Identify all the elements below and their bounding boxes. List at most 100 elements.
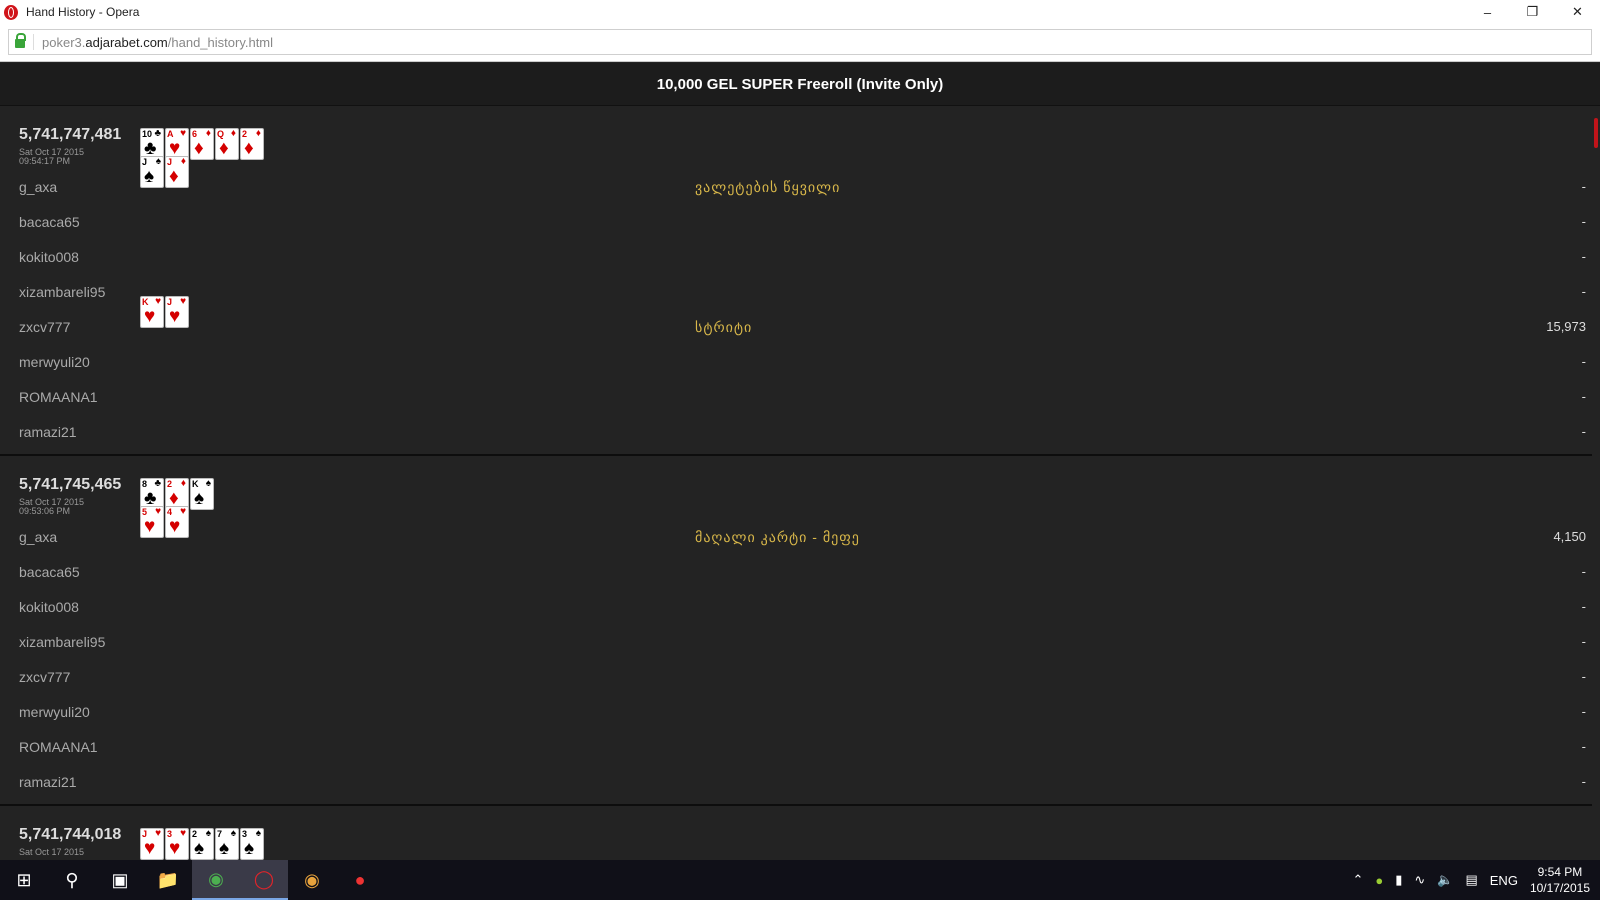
playing-card: 5 ♥ ♥ <box>140 506 164 538</box>
battery-icon[interactable]: ▮ <box>1395 872 1402 888</box>
card-suit-icon: ♥ <box>144 306 156 327</box>
card-suit-icon: ♦ <box>194 138 204 159</box>
playing-card: 2 ♠ ♠ <box>190 828 214 860</box>
card-suit-icon: ♦ <box>219 138 229 159</box>
player-name: ramazi21 <box>19 774 77 790</box>
tray-chevron-icon[interactable]: ⌃ <box>1352 872 1363 888</box>
player-row: ramazi21 - <box>0 415 1592 450</box>
player-row: zxcv777 - <box>0 660 1592 695</box>
player-row: bacaca65 - <box>0 205 1592 240</box>
start-button[interactable]: ⊞ <box>0 860 48 900</box>
language-indicator[interactable]: ENG <box>1490 873 1518 888</box>
player-name: ramazi21 <box>19 424 77 440</box>
playing-card: J ♦ ♦ <box>165 156 189 188</box>
file-explorer-icon[interactable]: 📁 <box>144 860 192 900</box>
card-suit-icon: ♦ <box>180 156 186 167</box>
card-suit-icon: ♥ <box>155 506 161 517</box>
player-winnings: - <box>1581 389 1586 404</box>
hand-date: Sat Oct 17 2015 <box>19 847 85 857</box>
player-name: g_axa <box>19 529 58 545</box>
player-name: ROMAANA1 <box>19 389 98 405</box>
hand-id[interactable]: 5,741,747,481 <box>19 126 121 144</box>
player-name: g_axa <box>19 179 58 195</box>
card-suit-icon: ♠ <box>205 828 211 839</box>
player-row: merwyuli20 - <box>0 695 1592 730</box>
card-suit-icon: ♠ <box>205 478 211 489</box>
player-row: ROMAANA1 - <box>0 730 1592 765</box>
player-row: g_axa J ♠ ♠ J ♦ ♦ ვალეტების წყვილი - <box>0 156 1592 205</box>
task-view-icon[interactable]: ▣ <box>96 860 144 900</box>
url-path: /hand_history.html <box>167 34 274 50</box>
player-name: zxcv777 <box>19 669 71 685</box>
hand-history-list: 5,741,747,481 Sat Oct 17 2015 09:54:17 PM… <box>0 106 1592 860</box>
player-name: zxcv777 <box>19 319 71 335</box>
hand-entry: 5,741,744,018 Sat Oct 17 2015 J ♥ ♥ 3 ♥ ♥ 2 ♠ ♠ 7… <box>0 806 1592 860</box>
card-suit-icon: ♦ <box>180 478 186 489</box>
card-suit-icon: ♥ <box>169 838 181 859</box>
player-row: ROMAANA1 - <box>0 380 1592 415</box>
player-row: g_axa 5 ♥ ♥ 4 ♥ ♥ მაღალი კარტი - მეფე 4,150 <box>0 506 1592 555</box>
hand-entry: 5,741,747,481 Sat Oct 17 2015 09:54:17 PM… <box>0 106 1592 456</box>
card-suit-icon: ♥ <box>155 828 161 839</box>
card-suit-icon: ♠ <box>219 838 230 859</box>
scrollbar[interactable] <box>1592 106 1600 860</box>
hand-datetime: Sat Oct 17 2015 <box>19 848 84 857</box>
card-suit-icon: ♦ <box>169 166 179 187</box>
hand-result: მაღალი კარტი - მეფე <box>695 529 860 545</box>
player-winnings: - <box>1581 354 1586 369</box>
tray-app-icon[interactable]: ● <box>1375 873 1383 888</box>
player-winnings: - <box>1581 739 1586 754</box>
playing-card: J ♥ ♥ <box>140 828 164 860</box>
cards: K ♥ ♥ J ♥ ♥ <box>140 296 189 328</box>
player-name: bacaca65 <box>19 564 80 580</box>
card-suit-icon: ♠ <box>155 156 161 167</box>
wifi-icon[interactable]: ∿ <box>1414 872 1425 888</box>
player-winnings: - <box>1581 214 1586 229</box>
playing-card: K ♥ ♥ <box>140 296 164 328</box>
card-suit-icon: ♦ <box>244 138 254 159</box>
hand-id[interactable]: 5,741,745,465 <box>19 476 121 494</box>
card-suit-icon: ♦ <box>230 128 236 139</box>
player-name: merwyuli20 <box>19 704 90 720</box>
hand-time: 09:53:06 PM <box>19 506 71 516</box>
close-button[interactable]: ✕ <box>1555 0 1600 24</box>
hand-id[interactable]: 5,741,744,018 <box>19 826 121 844</box>
playing-card: 6 ♦ ♦ <box>190 128 214 160</box>
player-winnings: - <box>1581 774 1586 789</box>
clock-date: 10/17/2015 <box>1529 881 1590 895</box>
player-row: ramazi21 - <box>0 765 1592 800</box>
card-suit-icon: ♠ <box>255 828 261 839</box>
minimize-button[interactable]: – <box>1465 0 1510 24</box>
hand-datetime: Sat Oct 17 2015 09:54:17 PM <box>19 148 84 166</box>
clock[interactable]: 9:54 PM 10/17/2015 <box>1530 864 1590 896</box>
player-name: xizambareli95 <box>19 284 106 300</box>
address-bar[interactable]: poker3. adjarabet.com/hand_history.html <box>8 29 1592 55</box>
player-row: xizambareli95 - <box>0 275 1592 310</box>
player-row: bacaca65 - <box>0 555 1592 590</box>
opera-icon[interactable]: ◯ <box>240 860 288 900</box>
window-title: Hand History - Opera <box>26 5 140 19</box>
chrome-alt-icon[interactable]: ◉ <box>288 860 336 900</box>
player-row: xizambareli95 - <box>0 625 1592 660</box>
cards: J ♠ ♠ J ♦ ♦ <box>140 156 189 188</box>
card-suit-icon: ♠ <box>230 828 236 839</box>
playing-card: 3 ♥ ♥ <box>165 828 189 860</box>
player-row: kokito008 - <box>0 590 1592 625</box>
card-suit-icon: ♠ <box>194 838 205 859</box>
player-winnings: - <box>1581 564 1586 579</box>
notifications-icon[interactable]: ▤ <box>1465 872 1477 888</box>
search-icon[interactable]: ⚲ <box>48 860 96 900</box>
scrollbar-thumb[interactable] <box>1594 118 1598 148</box>
card-suit-icon: ♥ <box>180 506 186 517</box>
volume-icon[interactable]: 🔈 <box>1437 872 1453 888</box>
playing-card: 3 ♠ ♠ <box>240 828 264 860</box>
hand-time: 09:54:17 PM <box>19 156 71 166</box>
app-icon[interactable]: ● <box>336 860 384 900</box>
player-row: kokito008 - <box>0 240 1592 275</box>
player-winnings: - <box>1581 179 1586 194</box>
lock-icon <box>15 33 26 48</box>
chrome-icon[interactable]: ◉ <box>192 860 240 900</box>
card-suit-icon: ♥ <box>169 516 181 537</box>
restore-button[interactable]: ❐ <box>1510 0 1555 24</box>
hand-result: სტრიტი <box>695 319 753 335</box>
